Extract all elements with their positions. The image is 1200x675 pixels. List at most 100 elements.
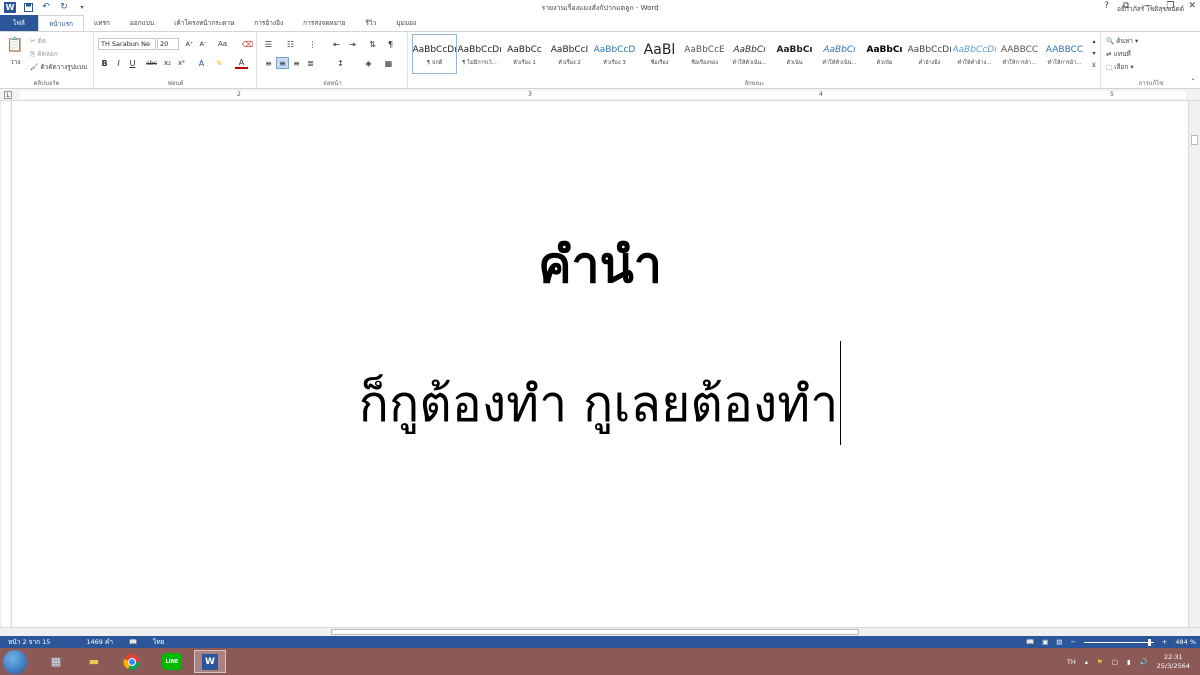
style-item[interactable]: AaBbCı ตัวเน้น: [772, 34, 817, 74]
styles-scroll-up-icon[interactable]: ▴: [1089, 36, 1099, 46]
text-effects-icon[interactable]: A: [195, 57, 208, 69]
customize-qa-icon[interactable]: ▾: [76, 2, 88, 13]
tray-expand-icon[interactable]: ▴: [1085, 658, 1088, 666]
vertical-scrollbar[interactable]: [1188, 101, 1200, 627]
grow-font-button[interactable]: A⁺: [183, 38, 196, 50]
select-button[interactable]: ⬚ เลือก ▾: [1106, 62, 1134, 72]
styles-more-icon[interactable]: ⊻: [1089, 60, 1099, 70]
tab-6[interactable]: การส่งจดหมาย: [293, 15, 355, 31]
body-text[interactable]: ก็กูต้องทำ กูเลยต้องทำ: [359, 375, 839, 433]
page-body-text[interactable]: ก็กูต้องทำ กูเลยต้องทำ: [0, 341, 1200, 445]
justify-icon[interactable]: ≣: [304, 57, 317, 69]
change-case-button[interactable]: Aa: [216, 38, 229, 50]
paste-icon[interactable]: 📋: [6, 36, 24, 54]
zoom-level[interactable]: 484 %: [1175, 638, 1196, 646]
style-item[interactable]: AaBbCcD หัวเรื่อง 3: [592, 34, 637, 74]
print-layout-icon[interactable]: ▣: [1042, 638, 1048, 646]
numbering-icon[interactable]: ☷: [284, 38, 297, 50]
format-painter-button[interactable]: 🖌 ตัวคัดวางรูปแบบ: [30, 62, 87, 72]
tab-0[interactable]: ไฟล์: [0, 15, 38, 31]
style-item[interactable]: AaBl ชื่อเรื่อง: [637, 34, 682, 74]
decrease-indent-icon[interactable]: ⇤: [330, 38, 343, 50]
style-item[interactable]: AaBbCcDı ¶ ไม่มีการเว้...: [457, 34, 502, 74]
word-count[interactable]: 1469 คำ: [78, 637, 121, 647]
align-center-icon[interactable]: ≡: [276, 57, 289, 69]
sort-icon[interactable]: ⇅: [366, 38, 379, 50]
style-item[interactable]: AaBbCcE ชื่อเรื่องรอง: [682, 34, 727, 74]
zoom-slider-knob[interactable]: [1147, 638, 1151, 646]
align-right-icon[interactable]: ≡: [290, 57, 303, 69]
style-item[interactable]: AaBbCcI หัวเรื่อง 2: [547, 34, 592, 74]
file-explorer-icon[interactable]: ▬: [78, 650, 110, 673]
highlight-icon[interactable]: ✎: [213, 57, 226, 69]
borders-icon[interactable]: ▦: [382, 57, 395, 69]
zoom-slider[interactable]: [1083, 638, 1154, 646]
show-formatting-button[interactable]: ¶: [384, 38, 397, 50]
cut-button[interactable]: ✂ ตัด: [30, 36, 46, 46]
style-item[interactable]: AABBCC ทำให้การอ้า...: [997, 34, 1042, 74]
bullets-icon[interactable]: ☰: [262, 38, 275, 50]
proofing-icon[interactable]: 📖: [121, 638, 145, 646]
style-item[interactable]: AaBbCı ตัวเข้ม: [862, 34, 907, 74]
shrink-font-button[interactable]: A⁻: [197, 38, 210, 50]
tab-8[interactable]: มุมมอง: [386, 15, 426, 31]
strikethrough-button[interactable]: abc: [145, 57, 158, 69]
shading-icon[interactable]: ◈: [362, 57, 375, 69]
bold-button[interactable]: B: [98, 57, 111, 69]
align-left-icon[interactable]: ≡: [262, 57, 275, 69]
collapse-ribbon-icon[interactable]: ⌃: [1188, 76, 1198, 86]
find-button[interactable]: 🔍 ค้นหา ▾: [1106, 36, 1138, 46]
tab-4[interactable]: เค้าโครงหน้ากระดาษ: [164, 15, 244, 31]
page-count[interactable]: หน้า 2 จาก 15: [0, 637, 58, 647]
signed-in-user[interactable]: อธิกาภัสร์ โชติสุขพนัดต์: [1117, 4, 1184, 14]
save-icon[interactable]: [22, 2, 34, 13]
increase-indent-icon[interactable]: ⇥: [346, 38, 359, 50]
tab-1[interactable]: หน้าแรก: [38, 15, 84, 31]
help-button[interactable]: ?: [1104, 1, 1109, 11]
style-item[interactable]: AABBCC ทำให้การอ้า...: [1042, 34, 1087, 74]
line-app-icon[interactable]: LINE: [156, 650, 188, 673]
horizontal-scrollbar[interactable]: [0, 627, 1200, 636]
styles-scroll-down-icon[interactable]: ▾: [1089, 48, 1099, 58]
style-item[interactable]: AaBbCı ทำให้ตัวเน้น...: [727, 34, 772, 74]
line-spacing-icon[interactable]: ↕: [334, 57, 347, 69]
font-size-box[interactable]: 20: [157, 38, 179, 50]
volume-icon[interactable]: 🔊: [1140, 658, 1148, 666]
underline-button[interactable]: U: [126, 57, 139, 69]
document-canvas[interactable]: คำนำ ก็กูต้องทำ กูเลยต้องทำ: [0, 101, 1200, 627]
network-icon[interactable]: ▮: [1127, 658, 1131, 666]
zoom-out-button[interactable]: −: [1070, 638, 1075, 646]
subscript-button[interactable]: x₂: [161, 57, 174, 69]
start-button[interactable]: [3, 650, 27, 674]
horizontal-scroll-thumb[interactable]: [331, 629, 859, 635]
italic-button[interactable]: I: [112, 57, 125, 69]
style-item[interactable]: AaBbCc หัวเรื่อง 1: [502, 34, 547, 74]
undo-icon[interactable]: ↶: [40, 2, 52, 13]
control-panel-icon[interactable]: ▦: [40, 650, 72, 673]
close-button[interactable]: ✕: [1188, 1, 1196, 11]
font-color-button[interactable]: A: [235, 57, 248, 69]
web-layout-icon[interactable]: ▤: [1056, 638, 1062, 646]
language-indicator[interactable]: ไทย: [145, 637, 172, 647]
vertical-scroll-thumb[interactable]: [1191, 135, 1198, 145]
font-name-box[interactable]: TH Sarabun Ne: [98, 38, 156, 50]
redo-icon[interactable]: ↻: [58, 2, 70, 13]
notification-icon[interactable]: ⚑: [1097, 658, 1103, 666]
replace-button[interactable]: ⇄ แทนที่: [1106, 49, 1131, 59]
paste-button[interactable]: วาง: [10, 57, 20, 67]
tab-2[interactable]: แทรก: [84, 15, 120, 31]
style-item[interactable]: AaBbCcDı ทำให้คำอ้าง...: [952, 34, 997, 74]
page-heading[interactable]: คำนำ: [0, 226, 1200, 305]
style-item[interactable]: AaBbCcDı ¶ ปกติ: [412, 34, 457, 74]
multilevel-list-icon[interactable]: ⋮: [306, 38, 319, 50]
style-item[interactable]: AaBbCcDı คำอ้างอิง: [907, 34, 952, 74]
input-language[interactable]: TH: [1067, 658, 1076, 666]
chrome-icon[interactable]: [116, 650, 148, 673]
horizontal-ruler[interactable]: L 2 3 4 5: [0, 89, 1200, 101]
tab-5[interactable]: การอ้างอิง: [244, 15, 293, 31]
action-center-icon[interactable]: ▢: [1112, 658, 1118, 666]
tab-7[interactable]: รีวิว: [355, 15, 386, 31]
clear-formatting-icon[interactable]: ⌫: [241, 38, 254, 50]
tab-3[interactable]: ออกแบบ: [120, 15, 164, 31]
system-clock[interactable]: 22:31 25/3/2564: [1157, 653, 1190, 671]
